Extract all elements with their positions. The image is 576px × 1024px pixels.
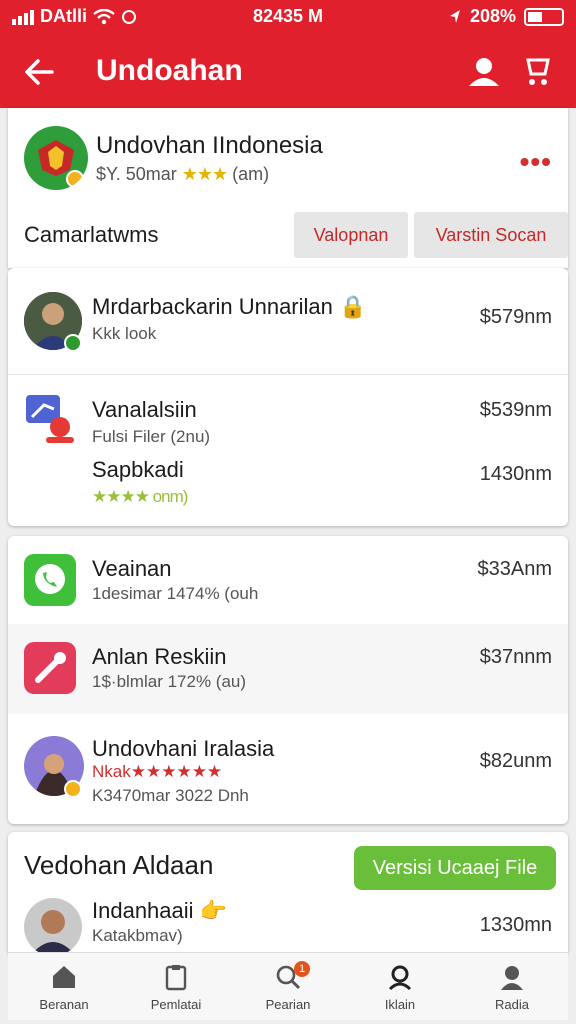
store-header-card: Undovhan IIndonesia $Y. 50mar ★★★ (am) •… [8, 108, 568, 268]
section-label: Camarlatwms [24, 222, 159, 247]
featured-card: Vedohan Aldaan Versisi Ucaaej File Indan… [8, 832, 568, 956]
valopnan-button[interactable]: Valopnan [294, 212, 408, 258]
item-name: Veainan [92, 556, 172, 581]
battery-icon [524, 7, 564, 26]
item-sub: Fulsi Filer (2nu) [92, 427, 211, 446]
item-price: $33Anm [477, 558, 553, 580]
bottom-navigation: Beranan Pemlatai 1 Pearian Iklain Radia [8, 952, 568, 1020]
location-icon [449, 9, 460, 23]
item-name: Vanalalsiin [92, 397, 197, 422]
phone-chat-icon [24, 554, 76, 606]
item-sub: K3470mar 3022 Dnh [92, 786, 249, 805]
app-bar: DAtlli 82435 M 208% Undoahan [0, 0, 576, 108]
nav-label: Pemlatai [150, 997, 202, 1012]
nav-label: Radia [495, 997, 529, 1012]
lock-icon: 🔒 [339, 294, 367, 319]
varstin-socan-button[interactable]: Varstin Socan [414, 212, 568, 258]
person-name: Indanhaaii 👉 [92, 898, 228, 923]
verified-badge-icon [64, 780, 82, 798]
item-price: $37nnm [479, 646, 552, 668]
home-icon [53, 966, 75, 988]
list-item[interactable]: Vanalalsiin Fulsi Filer (2nu) $539nm Sap… [8, 375, 568, 526]
list-card-1: Mrdarbackarin Unnarilan 🔒 Kkk look $579n… [8, 268, 568, 526]
item-sub: 1$·blmlar 172% (au) [92, 672, 247, 691]
nav-beranan[interactable]: Beranan [8, 953, 120, 1020]
store-rating-stars: ★★★ [181, 164, 228, 184]
rating-stars: ★★★★★★ [130, 762, 223, 781]
person-price: 1330mn [479, 914, 552, 936]
nav-pemlatai[interactable]: Pemlatai [120, 953, 232, 1020]
nav-iklain[interactable]: Iklain [344, 953, 456, 1020]
store-name: Undovhan IIndonesia [96, 132, 323, 159]
item-price: $82unm [479, 750, 552, 772]
tools-icon [24, 642, 76, 694]
check-badge-icon [64, 334, 82, 352]
item-price: $579nm [479, 306, 552, 328]
store-meta: $Y. 50mar ★★★ (am) [96, 164, 270, 184]
avatar [24, 898, 82, 956]
clipboard-icon [165, 965, 187, 991]
toolbar: Undoahan [0, 44, 576, 98]
item-rating: Nkak★★★★★★ [92, 762, 223, 781]
user-outline-icon [388, 965, 412, 991]
nav-radia[interactable]: Radia [456, 953, 568, 1020]
item-name: Anlan Reskiin [92, 644, 227, 669]
nav-label: Beranan [39, 997, 89, 1012]
section-title: Vedohan Aldaan [24, 850, 214, 880]
hand-pointer-icon: 👉 [199, 898, 228, 923]
item-name: Mrdarbackarin Unnarilan 🔒 [92, 294, 367, 319]
item-price: $539nm [479, 399, 552, 421]
verified-badge-icon [66, 170, 84, 188]
notification-badge: 1 [294, 961, 310, 977]
list-item[interactable]: Veainan 1desimar 1474% (ouh $33Anm [8, 536, 568, 624]
item-price: 1430nm [479, 463, 552, 485]
battery-percent: 208% [469, 6, 516, 26]
list-item[interactable]: Anlan Reskiin 1$·blmlar 172% (au) $37nnm [8, 624, 568, 714]
nav-label: Pearian [265, 997, 311, 1012]
status-bar: DAtlli 82435 M 208% [12, 6, 564, 28]
item-sub: Kkk look [92, 324, 157, 343]
store-logo [24, 126, 88, 190]
page-title: Undoahan [96, 54, 243, 87]
nav-label: Iklain [384, 997, 416, 1012]
chart-message-icon [26, 395, 74, 443]
item-sub: ★★★★ onm) [92, 487, 188, 506]
list-card-2: Veainan 1desimar 1474% (ouh $33Anm Anlan… [8, 536, 568, 824]
item-sub: 1desimar 1474% (ouh [92, 584, 259, 603]
list-item[interactable]: Undovhani Iralasia Nkak★★★★★★ K3470mar 3… [8, 714, 568, 824]
item-name: Undovhani Iralasia [92, 736, 275, 761]
cart-icon[interactable] [518, 52, 558, 92]
account-icon[interactable] [464, 52, 504, 92]
profile-icon [501, 966, 523, 990]
item-name: Sapbkadi [92, 457, 184, 482]
more-options-icon[interactable]: ••• [520, 146, 552, 178]
version-file-button[interactable]: Versisi Ucaaej File [354, 846, 556, 890]
person-sub: Katakbmav) [92, 926, 183, 945]
list-item[interactable]: Indanhaaii 👉 Katakbmav) 1330mn [8, 890, 568, 956]
list-item[interactable]: Mrdarbackarin Unnarilan 🔒 Kkk look $579n… [8, 268, 568, 374]
nav-pearian[interactable]: 1 Pearian [232, 953, 344, 1020]
back-arrow-icon[interactable] [18, 50, 62, 94]
